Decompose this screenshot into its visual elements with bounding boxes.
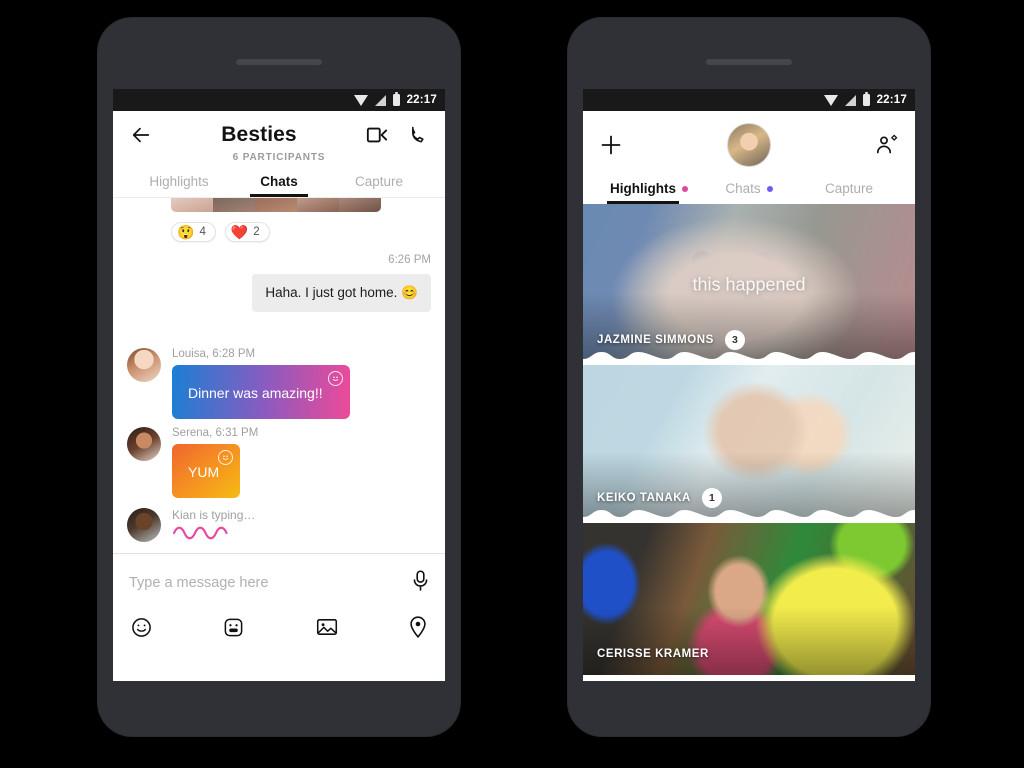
smiley-react-icon[interactable] bbox=[328, 371, 343, 386]
avatar[interactable] bbox=[127, 427, 161, 461]
smiley-react-icon[interactable] bbox=[218, 450, 233, 465]
location-icon[interactable] bbox=[409, 616, 427, 643]
tab-chats-dot bbox=[766, 185, 773, 192]
tab-highlights[interactable]: Highlights bbox=[129, 174, 229, 197]
microphone-icon[interactable] bbox=[412, 570, 429, 596]
typing-squiggle-icon bbox=[172, 526, 431, 545]
page-title: Besties bbox=[221, 123, 297, 146]
tab-chats[interactable]: Chats bbox=[699, 181, 799, 204]
reaction-count: 4 bbox=[199, 226, 206, 238]
battery-icon bbox=[392, 92, 400, 106]
chat-header: Besties 6 PARTICIPANTS Highlights Chats … bbox=[113, 111, 445, 197]
battery-icon bbox=[862, 92, 870, 106]
reaction-pill[interactable]: 😲 4 bbox=[171, 222, 216, 242]
photo-attachment-strip[interactable] bbox=[171, 198, 381, 212]
message-list[interactable]: 😲 4 ❤️ 2 6:26 PM Haha. I just got home. … bbox=[113, 197, 445, 553]
tab-capture[interactable]: Capture bbox=[799, 181, 899, 204]
heart-emoji: ❤️ bbox=[230, 224, 249, 240]
message-row: Louisa, 6:28 PM Dinner was amazing!! bbox=[127, 348, 431, 419]
message-row: Kian is typing… bbox=[127, 508, 431, 545]
tab-highlights[interactable]: Highlights bbox=[599, 181, 699, 204]
message-composer: Type a message here bbox=[113, 553, 445, 657]
highlight-count-badge: 3 bbox=[724, 330, 745, 350]
phone-call-icon[interactable] bbox=[405, 123, 429, 147]
wifi-icon bbox=[353, 94, 368, 106]
phone-screen-right: 22:17 Highlights Chats Capture this happ… bbox=[583, 89, 915, 681]
highlights-tabs: Highlights Chats Capture bbox=[599, 181, 899, 204]
reaction-pills: 😲 4 ❤️ 2 bbox=[171, 222, 270, 242]
typing-indicator-label: Kian is typing… bbox=[172, 508, 256, 522]
message-text: YUM bbox=[188, 464, 220, 480]
astonished-face-emoji: 😲 bbox=[177, 224, 195, 240]
screenshot-stage: 22:17 Besties 6 PARTICIPANTS Highlights … bbox=[0, 0, 1024, 768]
incoming-message-bubble[interactable]: Dinner was amazing!! bbox=[172, 365, 350, 419]
avatar[interactable] bbox=[127, 508, 161, 542]
reaction-pill[interactable]: ❤️ 2 bbox=[224, 222, 270, 242]
wifi-icon bbox=[823, 94, 838, 106]
signal-icon bbox=[844, 94, 856, 106]
avatar[interactable] bbox=[727, 123, 771, 167]
status-bar: 22:17 bbox=[583, 89, 915, 111]
earpiece-speaker bbox=[706, 59, 792, 65]
incoming-message-bubble[interactable]: YUM bbox=[172, 444, 240, 498]
chat-tabs: Highlights Chats Capture bbox=[129, 174, 429, 197]
highlight-author-name: JAZMINE SIMMONS bbox=[597, 334, 714, 346]
status-bar-time: 22:17 bbox=[406, 94, 437, 106]
tab-highlights-label: Highlights bbox=[610, 181, 676, 196]
highlight-caption: JAZMINE SIMMONS 3 bbox=[597, 330, 745, 350]
participants-count: 6 PARTICIPANTS bbox=[232, 152, 326, 163]
phone-screen-left: 22:17 Besties 6 PARTICIPANTS Highlights … bbox=[113, 89, 445, 681]
add-person-icon[interactable] bbox=[875, 133, 899, 157]
highlight-card[interactable]: CERISSE KRAMER bbox=[583, 523, 915, 675]
tab-chats[interactable]: Chats bbox=[229, 174, 329, 197]
message-meta: Serena, 6:31 PM bbox=[172, 427, 259, 439]
signal-icon bbox=[374, 94, 386, 106]
tab-chats-label: Chats bbox=[260, 174, 298, 189]
tab-chats-label: Chats bbox=[725, 181, 761, 196]
phone-device-right: 22:17 Highlights Chats Capture this happ… bbox=[568, 18, 930, 736]
outgoing-message-bubble[interactable]: Haha. I just got home. 😊 bbox=[252, 274, 431, 312]
highlights-feed[interactable]: this happened JAZMINE SIMMONS 3 KEIKO TA… bbox=[583, 204, 915, 675]
earpiece-speaker bbox=[236, 59, 322, 65]
back-arrow-icon[interactable] bbox=[129, 123, 153, 147]
phone-device-left: 22:17 Besties 6 PARTICIPANTS Highlights … bbox=[98, 18, 460, 736]
highlight-card[interactable]: this happened JAZMINE SIMMONS 3 bbox=[583, 204, 915, 365]
plus-icon[interactable] bbox=[599, 133, 623, 157]
message-text: Dinner was amazing!! bbox=[188, 385, 323, 401]
message-row: Serena, 6:31 PM YUM bbox=[127, 427, 431, 498]
highlight-overlay-text: this happened bbox=[692, 274, 806, 294]
tab-capture-label: Capture bbox=[354, 174, 404, 189]
highlight-count-badge: 1 bbox=[701, 488, 722, 508]
sticker-icon[interactable] bbox=[223, 617, 244, 643]
status-bar-time: 22:17 bbox=[876, 94, 907, 106]
status-bar: 22:17 bbox=[113, 89, 445, 111]
video-call-icon[interactable] bbox=[365, 123, 389, 147]
image-icon[interactable] bbox=[316, 617, 338, 642]
highlight-author-name: KEIKO TANAKA bbox=[597, 492, 691, 504]
tab-capture[interactable]: Capture bbox=[329, 174, 429, 197]
message-input[interactable]: Type a message here bbox=[129, 575, 268, 591]
tab-highlights-dot bbox=[682, 185, 688, 192]
highlight-author-name: CERISSE KRAMER bbox=[597, 648, 709, 660]
highlights-header: Highlights Chats Capture bbox=[583, 111, 915, 204]
avatar[interactable] bbox=[127, 348, 161, 382]
tab-capture-label: Capture bbox=[824, 181, 874, 196]
highlight-card[interactable]: KEIKO TANAKA 1 bbox=[583, 365, 915, 523]
highlight-caption: KEIKO TANAKA 1 bbox=[597, 488, 722, 508]
message-meta: Louisa, 6:28 PM bbox=[172, 348, 256, 360]
reaction-count: 2 bbox=[253, 226, 260, 238]
message-timestamp: 6:26 PM bbox=[388, 254, 431, 266]
highlight-caption: CERISSE KRAMER bbox=[597, 648, 709, 660]
emoji-icon[interactable] bbox=[131, 617, 152, 643]
tab-highlights-label: Highlights bbox=[149, 174, 209, 189]
